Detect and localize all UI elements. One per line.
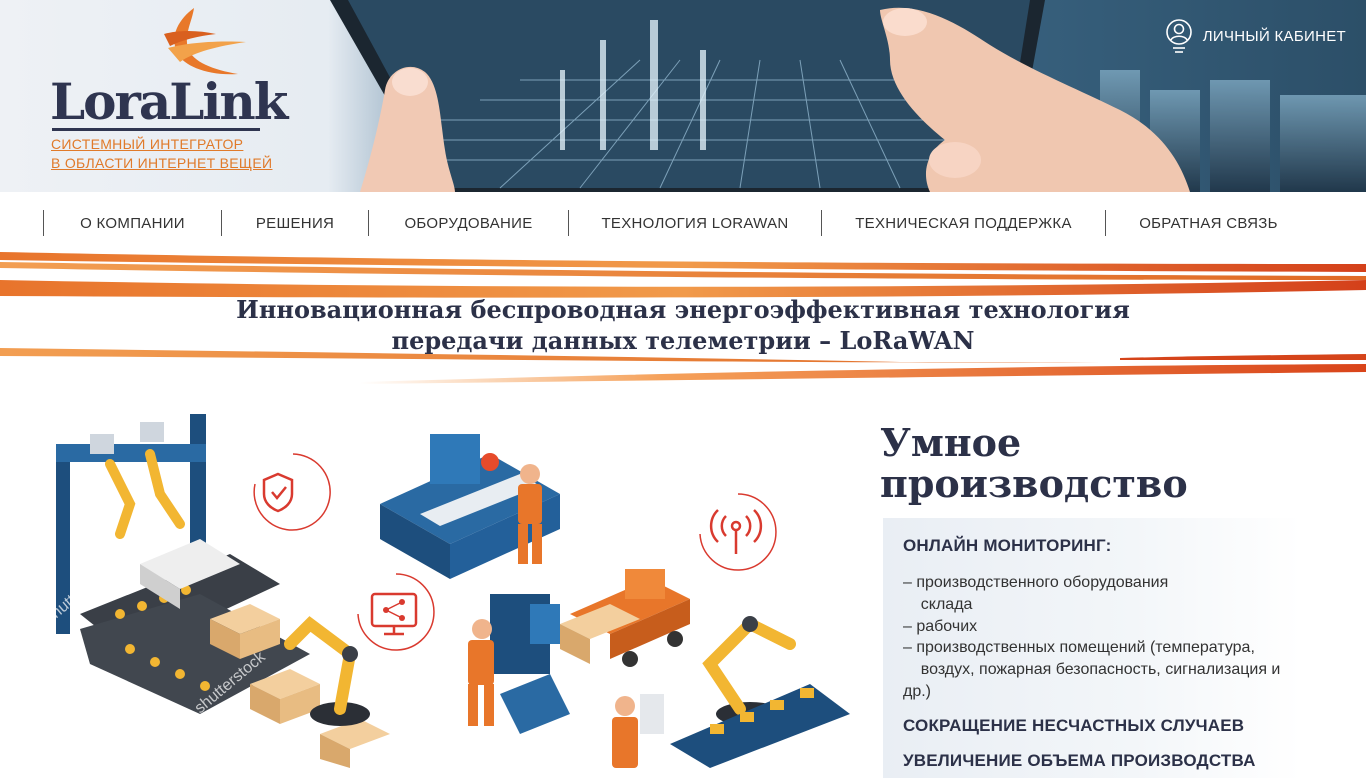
list-item: воздух, пожарная безопасность, сигнализа… [903, 661, 1281, 679]
logo-underline [52, 128, 260, 131]
list-item: – рабочих [903, 617, 978, 635]
list-item: склада [903, 595, 973, 613]
nav-item-about[interactable]: О КОМПАНИИ [43, 210, 221, 236]
nav-item-support[interactable]: ТЕХНИЧЕСКАЯ ПОДДЕРЖКА [821, 210, 1105, 236]
wireless-antenna-icon [699, 493, 777, 571]
feature-heading-monitoring: ОНЛАЙН МОНИТОРИНГ: [903, 536, 1112, 555]
tagline-line-2: В ОБЛАСТИ ИНТЕРНЕТ ВЕЩЕЙ [51, 155, 273, 171]
account-label: ЛИЧНЫЙ КАБИНЕТ [1202, 27, 1346, 45]
user-icon [1165, 19, 1192, 53]
section-title-line-1: Умное [880, 420, 1022, 465]
main-navigation: О КОМПАНИИ РЕШЕНИЯ ОБОРУДОВАНИЕ ТЕХНОЛОГ… [0, 192, 1366, 250]
factory-scene: shutterstock shutterstock [50, 414, 850, 768]
nav-item-feedback[interactable]: ОБРАТНАЯ СВЯЗЬ [1105, 210, 1311, 236]
tagline-link[interactable]: СИСТЕМНЫЙ ИНТЕГРАТОР В ОБЛАСТИ ИНТЕРНЕТ … [51, 135, 272, 173]
headline-line-2: передачи данных телеметрии – LoRaWAN [391, 326, 975, 355]
tagline-line-1: СИСТЕМНЫЙ ИНТЕГРАТОР [51, 136, 244, 152]
personal-account-link[interactable]: ЛИЧНЫЙ КАБИНЕТ [1165, 18, 1346, 54]
nav-list: О КОМПАНИИ РЕШЕНИЯ ОБОРУДОВАНИЕ ТЕХНОЛОГ… [43, 210, 1311, 236]
logo-bird-icon [164, 8, 246, 75]
share-screen-icon [357, 573, 435, 651]
feature-heading-accidents: СОКРАЩЕНИЕ НЕСЧАСТНЫХ СЛУЧАЕВ [903, 716, 1245, 735]
nav-item-equipment[interactable]: ОБОРУДОВАНИЕ [368, 210, 568, 236]
headline-banner: Инновационная беспроводная энергоэффекти… [0, 250, 1366, 390]
list-item: – производственного оборудования [903, 574, 1169, 591]
feature-heading-production: УВЕЛИЧЕНИЕ ОБЪЕМА ПРОИЗВОДСТВА [903, 751, 1256, 770]
section-title-line-2: производство [880, 461, 1188, 506]
headline-line-1: Инновационная беспроводная энергоэффекти… [236, 295, 1130, 324]
list-item: – производственных помещений (температур… [903, 639, 1255, 657]
monitoring-list: – производственного оборудования склада … [903, 572, 1303, 703]
feature-box: ОНЛАЙН МОНИТОРИНГ: – производственного о… [883, 518, 1301, 778]
section-title: Умное производство [880, 422, 1188, 504]
logo[interactable]: LoraLink СИСТЕМНЫЙ ИНТЕГРАТОР В ОБЛАСТИ … [0, 0, 330, 192]
logo-wordmark: LoraLink [50, 72, 288, 131]
nav-item-lorawan[interactable]: ТЕХНОЛОГИЯ LORAWAN [568, 210, 821, 236]
smart-factory-illustration: shutterstock shutterstock [50, 414, 850, 768]
nav-item-solutions[interactable]: РЕШЕНИЯ [221, 210, 368, 236]
site-header: LoraLink СИСТЕМНЫЙ ИНТЕГРАТОР В ОБЛАСТИ … [0, 0, 1366, 192]
shield-check-icon [253, 453, 331, 531]
page-headline: Инновационная беспроводная энергоэффекти… [0, 294, 1366, 356]
list-item: др.) [903, 682, 932, 700]
